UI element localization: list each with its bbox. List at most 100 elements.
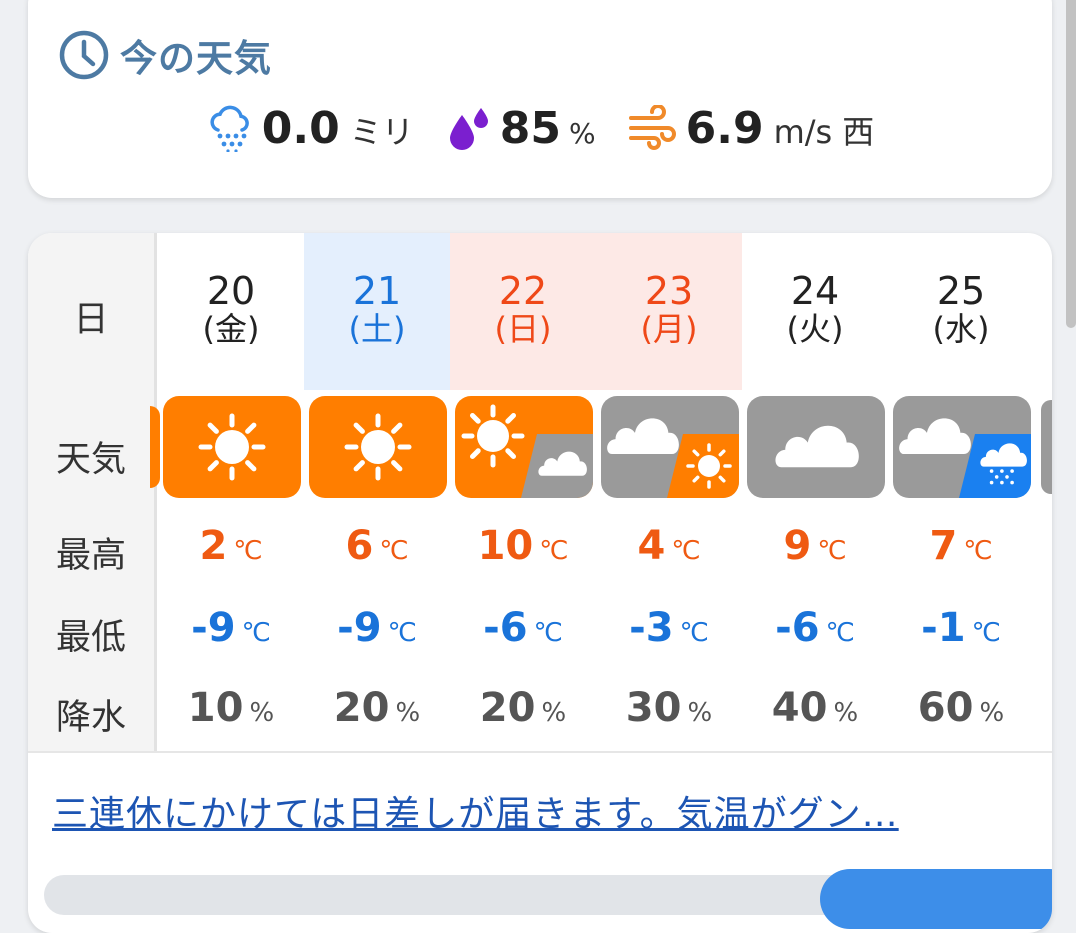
next-day-weather-icon-edge [1041, 400, 1052, 494]
high-temp-value: 6 [345, 523, 374, 569]
low-temp: -9 ℃ [158, 605, 304, 651]
clock-icon [59, 30, 109, 80]
current-weather-title-text: 今の天気 [120, 37, 272, 80]
day-date: 24 [790, 269, 840, 313]
bottom-action-button[interactable] [820, 869, 1052, 929]
weather-cloudy-then-sunny-icon [601, 396, 739, 498]
forecast-day-column[interactable]: 20 (金) 2 ℃ -9 ℃ 10% [158, 233, 304, 753]
precip-prob: 60% [888, 685, 1034, 731]
high-temp-value: 4 [637, 523, 666, 569]
low-temp-value: -3 [629, 605, 674, 651]
rainfall-unit: ミリ [349, 112, 414, 151]
high-temp-row-label: 最高 [55, 536, 126, 576]
precip-unit: % [979, 698, 1005, 728]
day-header: 21 (土) [304, 233, 450, 390]
forecast-day-column[interactable]: 21 (土) 6 ℃ -9 ℃ 20% [304, 233, 450, 753]
precip-unit: % [395, 698, 421, 728]
low-temp-value: -9 [337, 605, 382, 651]
forecast-label-column: 日 天気 最高 最低 降水 [28, 233, 157, 753]
forecast-divider [28, 751, 1052, 753]
forecast-day-column[interactable]: 24 (火) 9 ℃ -6 ℃ 40% [742, 233, 888, 753]
day-date: 25 [936, 269, 986, 313]
high-temp-unit: ℃ [963, 536, 993, 566]
day-header: 20 (金) [158, 233, 304, 390]
wind-speed-unit: m/s [773, 112, 833, 151]
precip-value: 10 [187, 685, 244, 731]
high-temp: 2 ℃ [158, 523, 304, 569]
high-temp-value: 7 [929, 523, 958, 569]
low-temp-row-label: 最低 [55, 618, 126, 658]
low-temp-unit: ℃ [387, 618, 417, 648]
forecast-day-column[interactable]: 22 (日) 10 ℃ -6 ℃ 20% [450, 233, 596, 753]
high-temp: 4 ℃ [596, 523, 742, 569]
precip-unit: % [541, 698, 567, 728]
high-temp: 10 ℃ [450, 523, 596, 569]
weather-sunny-icon [163, 396, 301, 498]
humidity-reading: 85 % [446, 103, 596, 154]
rain-cloud-icon [210, 105, 249, 152]
day-date: 22 [498, 269, 548, 313]
precip-unit: % [833, 698, 859, 728]
low-temp: -1 ℃ [888, 605, 1034, 651]
low-temp-value: -9 [191, 605, 236, 651]
precip-value: 40 [771, 685, 828, 731]
high-temp-unit: ℃ [817, 536, 847, 566]
current-weather-card: 今の天気 0.0 ミリ 85 % 6.9 m/s 西 [28, 0, 1052, 198]
day-header: 23 (月) [596, 233, 742, 390]
day-weekday: (水) [932, 310, 990, 348]
day-header: 22 (日) [450, 233, 596, 390]
day-weekday: (土) [348, 310, 406, 348]
weekly-forecast-card[interactable]: 日 天気 最高 最低 降水 20 (金) 2 ℃ -9 ℃ 10% 21 (土) 6… [28, 233, 1052, 933]
precip-prob: 30% [596, 685, 742, 731]
precip-prob: 20% [304, 685, 450, 731]
precip-prob: 40% [742, 685, 888, 731]
low-temp-unit: ℃ [679, 618, 709, 648]
low-temp: -6 ℃ [742, 605, 888, 651]
low-temp-value: -6 [775, 605, 820, 651]
day-header: 24 (火) [742, 233, 888, 390]
high-temp: 9 ℃ [742, 523, 888, 569]
low-temp-unit: ℃ [533, 618, 563, 648]
forecast-day-column[interactable]: 25 (水) 7 ℃ -1 ℃ 60% [888, 233, 1034, 753]
weather-row-label: 天気 [55, 440, 126, 480]
scrollbar[interactable] [1066, 0, 1076, 328]
precip-value: 20 [479, 685, 536, 731]
low-temp-value: -6 [483, 605, 528, 651]
news-headline-link[interactable]: 三連休にかけては日差しが届きます。気温がグン… [52, 785, 1012, 837]
precip-prob: 10% [158, 685, 304, 731]
current-weather-title: 今の天気 [58, 28, 272, 82]
high-temp-value: 10 [477, 523, 534, 569]
wind-reading: 6.9 m/s 西 [628, 103, 875, 154]
high-temp-unit: ℃ [379, 536, 409, 566]
high-temp-unit: ℃ [233, 536, 263, 566]
rainfall-value: 0.0 [261, 102, 340, 154]
day-weekday: (金) [202, 310, 260, 348]
high-temp-unit: ℃ [539, 536, 569, 566]
wind-icon [628, 105, 676, 150]
humidity-unit: % [569, 116, 596, 150]
low-temp-value: -1 [921, 605, 966, 651]
date-row-label: 日 [73, 300, 109, 340]
high-temp-value: 2 [199, 523, 228, 569]
high-temp-value: 9 [783, 523, 812, 569]
day-weekday: (月) [640, 310, 698, 348]
day-header: 25 (水) [888, 233, 1034, 390]
day-date: 21 [352, 269, 402, 313]
rainfall-reading: 0.0 ミリ [206, 103, 414, 154]
low-temp: -6 ℃ [450, 605, 596, 651]
weather-sunny-icon [309, 396, 447, 498]
low-temp: -3 ℃ [596, 605, 742, 651]
precip-value: 20 [333, 685, 390, 731]
weather-sunny-then-cloudy-icon [455, 396, 593, 498]
precip-unit: % [687, 698, 713, 728]
high-temp-unit: ℃ [671, 536, 701, 566]
precip-value: 60 [917, 685, 974, 731]
wind-direction: 西 [842, 112, 875, 151]
weather-cloudy-then-rain-icon [893, 396, 1031, 498]
day-weekday: (日) [494, 310, 552, 348]
forecast-day-column[interactable]: 23 (月) 4 ℃ -3 ℃ 30% [596, 233, 742, 753]
low-temp-unit: ℃ [825, 618, 855, 648]
precip-prob: 20% [450, 685, 596, 731]
high-temp: 7 ℃ [888, 523, 1034, 569]
precip-value: 30 [625, 685, 682, 731]
